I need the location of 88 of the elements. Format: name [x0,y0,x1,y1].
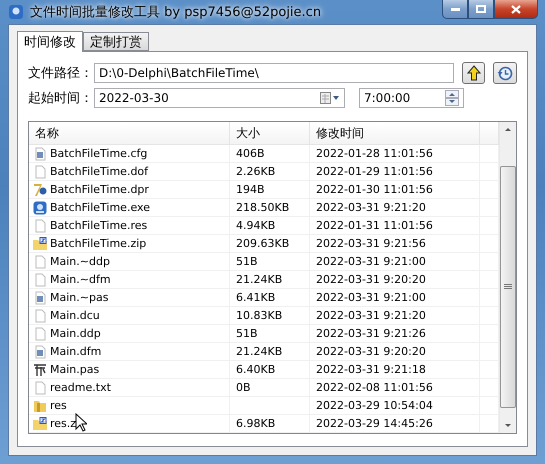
file-name[interactable]: readme.txt [50,381,111,394]
modified-time: 2022-01-28 11:01:56 [316,147,433,160]
file-name[interactable]: Main.dcu [50,309,100,322]
file-name[interactable]: BatchFileTime.zip [50,237,146,250]
modified-time: 2022-03-31 9:21:00 [316,291,426,304]
file-name[interactable]: Main.~pas [50,291,108,304]
modified-time: 2022-03-29 10:54:04 [316,399,433,412]
file-name[interactable]: Main.dfm [50,345,102,358]
path-field[interactable]: D:\0-Delphi\BatchFileTime\ [94,63,454,83]
minimize-button[interactable] [442,0,468,19]
modified-time: 2022-03-31 9:21:26 [316,327,426,340]
file-name[interactable]: Main.pas [50,363,100,376]
modified-time: 2022-01-29 11:01:56 [316,165,433,178]
file-size: 6.41KB [236,291,276,304]
modified-time: 2022-03-29 14:45:26 [316,417,433,430]
modified-time: 2022-03-31 9:21:56 [316,237,426,250]
time-field[interactable]: 7:00:00 [359,88,464,108]
file-icon [33,326,47,340]
file-name[interactable]: BatchFileTime.cfg [50,147,148,160]
source-file-icon [33,362,47,376]
file-size: 51B [236,255,258,268]
file-name[interactable]: BatchFileTime.dpr [50,183,149,196]
file-icon [33,218,47,232]
column-header[interactable]: 大小 [230,122,310,144]
file-size: 6.98KB [236,417,276,430]
zip-icon [33,416,47,430]
modified-time: 2022-03-31 9:21:20 [316,201,426,214]
column-header[interactable]: 修改时间 [310,122,480,144]
app-icon [33,200,47,214]
up-button[interactable] [462,62,486,84]
file-size: 194B [236,183,265,196]
file-size: 6.40KB [236,363,276,376]
modified-time: 2022-02-08 11:01:56 [316,381,433,394]
file-size: 209.63KB [236,237,290,250]
file-name[interactable]: Main.~ddp [50,255,110,268]
modified-time: 2022-01-31 11:01:56 [316,219,433,232]
modified-time: 2022-03-31 9:21:20 [316,309,426,322]
app-icon [8,4,24,20]
history-button[interactable] [493,62,517,84]
field-label: 文件路径： [28,65,90,82]
modified-time: 2022-03-31 9:21:00 [316,255,426,268]
file-size: 406B [236,147,265,160]
file-icon [33,272,47,286]
file-size: 51B [236,327,258,340]
file-size: 10.83KB [236,309,282,322]
project-icon [33,182,47,196]
modified-time: 2022-01-30 11:01:56 [316,183,433,196]
modified-time: 2022-03-31 9:20:20 [316,273,426,286]
window-title: 文件时间批量修改工具 by psp7456@52pojie.cn [30,4,322,21]
file-icon [33,146,47,160]
minimize-icon [450,8,460,10]
file-icon [33,290,47,304]
mouse-cursor-icon [75,413,87,432]
maximize-button[interactable] [468,0,494,19]
file-name[interactable]: BatchFileTime.exe [50,201,150,214]
grip-icon [504,284,512,290]
spinner-icon[interactable] [445,90,459,106]
field-label: 起始时间： [28,90,90,107]
file-icon [33,344,47,358]
date-field[interactable]: 2022-03-30 [94,88,345,108]
close-button[interactable] [494,0,538,19]
maximize-icon [476,5,486,13]
folder-icon [33,398,47,412]
file-icon [33,254,47,268]
file-size: 21.24KB [236,273,282,286]
file-icon [33,164,47,178]
file-icon [33,380,47,394]
file-size: 4.94KB [236,219,276,232]
file-size: 2.26KB [236,165,276,178]
file-name[interactable]: BatchFileTime.res [50,219,148,232]
file-size: 0B [236,381,251,394]
file-name[interactable]: BatchFileTime.dof [50,165,148,178]
tab[interactable]: 定制打赏 [83,32,149,51]
file-name[interactable]: res.z [50,417,76,430]
file-name[interactable]: Main.ddp [50,327,101,340]
zip-icon [33,236,47,250]
calendar-dropdown-icon[interactable] [320,92,340,104]
file-name[interactable]: res [50,399,67,412]
modified-time: 2022-03-31 9:20:20 [316,345,426,358]
file-size: 21.24KB [236,345,282,358]
close-icon [511,4,521,14]
file-name[interactable]: Main.~dfm [50,273,111,286]
scrollbar[interactable] [499,122,516,433]
column-header[interactable]: 名称 [29,122,230,144]
file-size: 218.50KB [236,201,290,214]
file-icon [33,308,47,322]
modified-time: 2022-03-31 9:21:18 [316,363,426,376]
tab[interactable]: 时间修改 [17,31,83,52]
